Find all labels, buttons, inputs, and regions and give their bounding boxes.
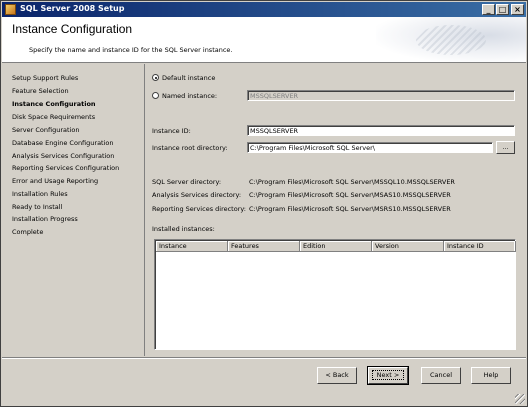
maximize-button[interactable]: □ bbox=[496, 4, 509, 15]
named-instance-input[interactable]: MSSQLSERVER bbox=[247, 90, 515, 101]
sidebar-item-reporting-services-configuration[interactable]: Reporting Services Configuration bbox=[12, 164, 119, 172]
minimize-button[interactable]: _ bbox=[482, 4, 495, 15]
column-header-edition[interactable]: Edition bbox=[300, 241, 372, 252]
installed-instances-table[interactable]: Instance Features Edition Version Instan… bbox=[154, 239, 516, 350]
default-instance-label[interactable]: Default instance bbox=[162, 74, 215, 82]
page-subtitle: Specify the name and instance ID for the… bbox=[29, 46, 233, 54]
table-header: Instance Features Edition Version Instan… bbox=[156, 241, 516, 252]
sidebar-item-server-configuration[interactable]: Server Configuration bbox=[12, 126, 79, 134]
cancel-button[interactable]: Cancel bbox=[421, 367, 461, 384]
analysis-services-dir-value: C:\Program Files\Microsoft SQL Server\MS… bbox=[249, 191, 451, 199]
title-bar[interactable]: SQL Server 2008 Setup _ □ × bbox=[2, 2, 526, 17]
root-directory-label: Instance root directory: bbox=[152, 144, 228, 152]
header-decoration bbox=[376, 17, 526, 62]
setup-window: SQL Server 2008 Setup _ □ × Instance Con… bbox=[0, 0, 528, 407]
sidebar-item-ready-to-install[interactable]: Ready to Install bbox=[12, 203, 62, 211]
content-pane: Default instance Named instance: MSSQLSE… bbox=[146, 64, 526, 356]
steps-sidebar: Setup Support Rules Feature Selection In… bbox=[2, 64, 145, 356]
close-button[interactable]: × bbox=[511, 4, 524, 15]
back-button[interactable]: < Back bbox=[317, 367, 357, 384]
sidebar-item-installation-rules[interactable]: Installation Rules bbox=[12, 190, 68, 198]
page-title: Instance Configuration bbox=[12, 22, 133, 36]
window-title: SQL Server 2008 Setup bbox=[20, 4, 125, 13]
setup-app-icon bbox=[5, 4, 16, 15]
installed-instances-label: Installed instances: bbox=[152, 225, 215, 233]
sql-server-dir-label: SQL Server directory: bbox=[152, 178, 222, 186]
sidebar-item-feature-selection[interactable]: Feature Selection bbox=[12, 87, 69, 95]
sidebar-item-installation-progress[interactable]: Installation Progress bbox=[12, 215, 78, 223]
browse-button[interactable]: ... bbox=[496, 141, 515, 154]
named-instance-label[interactable]: Named instance: bbox=[162, 92, 217, 100]
instance-id-label: Instance ID: bbox=[152, 127, 191, 135]
sidebar-item-instance-configuration[interactable]: Instance Configuration bbox=[12, 100, 96, 108]
help-button[interactable]: Help bbox=[471, 367, 511, 384]
sidebar-item-disk-space-requirements[interactable]: Disk Space Requirements bbox=[12, 113, 95, 121]
column-header-version[interactable]: Version bbox=[372, 241, 444, 252]
instance-id-input[interactable]: MSSQLSERVER bbox=[247, 125, 515, 136]
sidebar-item-complete[interactable]: Complete bbox=[12, 228, 43, 236]
sidebar-item-database-engine-configuration[interactable]: Database Engine Configuration bbox=[12, 139, 114, 147]
default-instance-radio[interactable] bbox=[152, 74, 159, 81]
root-directory-input[interactable]: C:\Program Files\Microsoft SQL Server\ bbox=[247, 142, 493, 153]
column-header-instance[interactable]: Instance bbox=[156, 241, 228, 252]
next-button-label: Next > bbox=[371, 370, 405, 380]
next-button[interactable]: Next > bbox=[367, 366, 409, 385]
column-header-instance-id[interactable]: Instance ID bbox=[444, 241, 516, 252]
page-header: Instance Configuration Specify the name … bbox=[2, 17, 526, 63]
sidebar-item-setup-support-rules[interactable]: Setup Support Rules bbox=[12, 74, 78, 82]
reporting-services-dir-label: Reporting Services directory: bbox=[152, 205, 246, 213]
sidebar-item-error-usage-reporting[interactable]: Error and Usage Reporting bbox=[12, 177, 98, 185]
reporting-services-dir-value: C:\Program Files\Microsoft SQL Server\MS… bbox=[249, 205, 451, 213]
named-instance-radio[interactable] bbox=[152, 92, 159, 99]
analysis-services-dir-label: Analysis Services directory: bbox=[152, 191, 242, 199]
column-header-features[interactable]: Features bbox=[228, 241, 300, 252]
resize-grip-icon[interactable] bbox=[515, 394, 525, 404]
sidebar-item-analysis-services-configuration[interactable]: Analysis Services Configuration bbox=[12, 152, 114, 160]
sql-server-dir-value: C:\Program Files\Microsoft SQL Server\MS… bbox=[249, 178, 455, 186]
footer-divider bbox=[2, 357, 526, 359]
